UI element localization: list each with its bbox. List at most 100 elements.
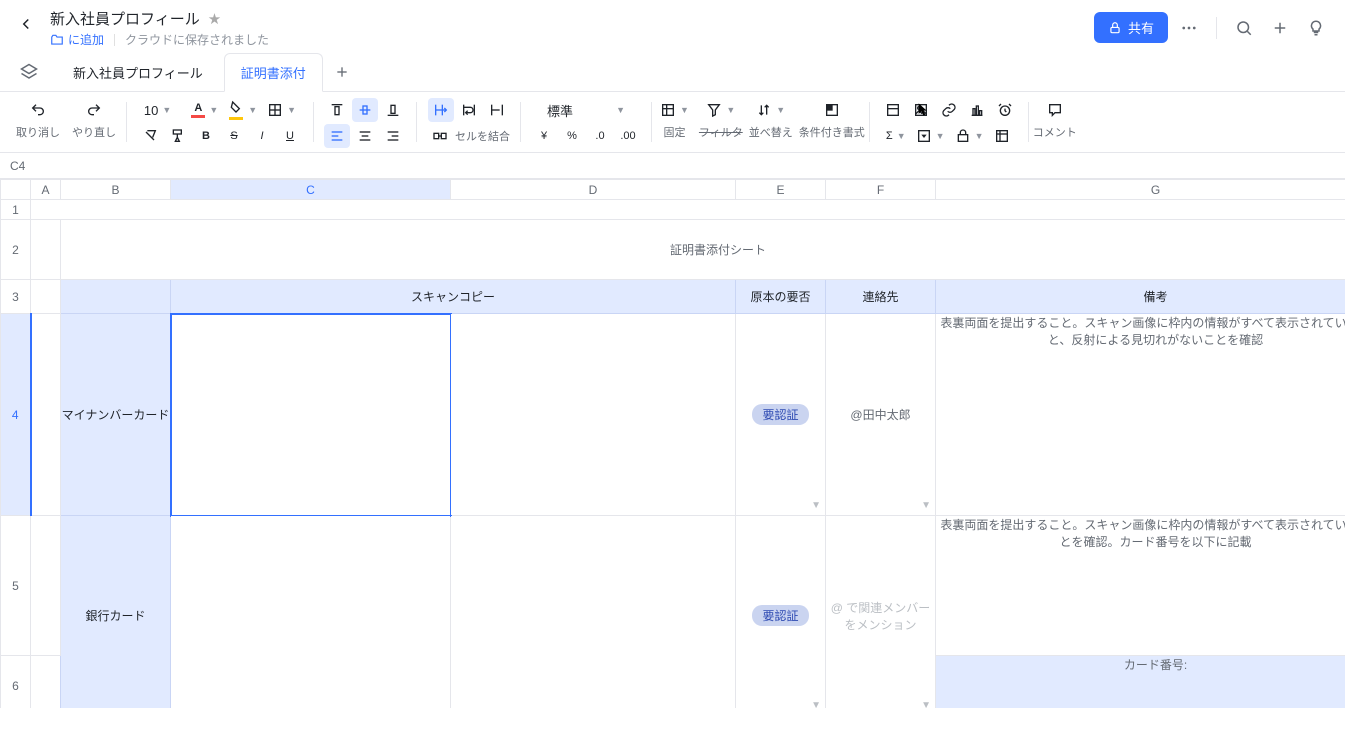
insert-chart-button[interactable]	[964, 98, 990, 122]
scan-cell-mynumber[interactable]	[171, 314, 451, 516]
valign-bottom-button[interactable]	[380, 98, 406, 122]
strike-button[interactable]: S	[221, 124, 247, 148]
separator	[1216, 17, 1217, 39]
layers-icon[interactable]	[14, 57, 44, 87]
cell[interactable]	[31, 200, 1345, 220]
filter-button[interactable]: ▼	[702, 98, 739, 122]
data-validation-button[interactable]: ▼	[951, 124, 988, 148]
row-label-bank[interactable]: 銀行カード	[61, 516, 171, 709]
mention: @田中太郎	[850, 408, 910, 422]
search-icon[interactable]	[1229, 13, 1259, 43]
back-button[interactable]	[14, 12, 38, 36]
add-to-button[interactable]: に追加	[50, 31, 104, 48]
increase-decimal-button[interactable]: .00	[615, 124, 641, 148]
insert-checkbox-button[interactable]	[880, 98, 906, 122]
contact-cell-bank[interactable]: @ で関連メンバーをメンション ▼	[826, 516, 936, 709]
original-cell-mynumber[interactable]: 要認証 ▼	[736, 314, 826, 516]
undo-button[interactable]	[25, 98, 51, 122]
fill-color-button[interactable]: ▼	[224, 98, 261, 122]
cell[interactable]	[31, 280, 61, 314]
row-header-2[interactable]: 2	[1, 220, 31, 280]
percent-button[interactable]: %	[559, 124, 585, 148]
format-painter-button[interactable]	[165, 124, 191, 148]
row-header-1[interactable]: 1	[1, 200, 31, 220]
italic-button[interactable]: I	[249, 124, 275, 148]
merge-button[interactable]	[427, 124, 453, 148]
col-header-D[interactable]: D	[451, 180, 736, 200]
border-button[interactable]: ▼	[263, 98, 300, 122]
contact-cell-mynumber[interactable]: @田中太郎 ▼	[826, 314, 936, 516]
bulb-icon[interactable]	[1301, 13, 1331, 43]
number-format-select[interactable]: 標準▼	[541, 98, 631, 122]
header-scan[interactable]: スキャンコピー	[171, 280, 736, 314]
cell[interactable]	[31, 220, 61, 280]
valign-top-button[interactable]	[324, 98, 350, 122]
underline-button[interactable]: U	[277, 124, 303, 148]
formula-button[interactable]: Σ▼	[882, 124, 910, 148]
wrap-overflow-button[interactable]	[428, 98, 454, 122]
scan-cell-2-bank[interactable]	[451, 516, 736, 709]
tab-profile[interactable]: 新入社員プロフィール	[56, 53, 220, 92]
insert-dropdown-button[interactable]: ▼	[912, 124, 949, 148]
row-label-mynumber[interactable]: マイナンバーカード	[61, 314, 171, 516]
scan-cell-bank[interactable]	[171, 516, 451, 709]
cell[interactable]	[31, 656, 61, 709]
insert-image-button[interactable]	[908, 98, 934, 122]
col-header-G[interactable]: G	[936, 180, 1345, 200]
dropdown-icon[interactable]: ▼	[921, 700, 931, 708]
share-button[interactable]: 共有	[1094, 12, 1168, 43]
dropdown-icon[interactable]: ▼	[811, 500, 821, 511]
remarks-cell-bank[interactable]: 表裏両面を提出すること。スキャン画像に枠内の情報がすべて表示されていることを確認…	[936, 516, 1345, 656]
clear-format-button[interactable]	[137, 124, 163, 148]
header-label-blank[interactable]	[61, 280, 171, 314]
row-header-4[interactable]: 4	[1, 314, 31, 516]
col-header-C[interactable]: C	[171, 180, 451, 200]
align-center-button[interactable]	[352, 124, 378, 148]
col-header-F[interactable]: F	[826, 180, 936, 200]
dropdown-icon[interactable]: ▼	[811, 700, 821, 708]
decrease-decimal-button[interactable]: .0	[587, 124, 613, 148]
pivot-button[interactable]	[989, 124, 1015, 148]
cond-format-button[interactable]	[819, 98, 845, 122]
card-number-cell[interactable]: カード番号:	[936, 656, 1345, 709]
col-header-A[interactable]: A	[31, 180, 61, 200]
cell[interactable]	[31, 314, 61, 516]
sheet-title[interactable]: 証明書添付シート	[61, 220, 1345, 280]
header-remarks[interactable]: 備考	[936, 280, 1345, 314]
cell[interactable]	[31, 516, 61, 656]
insert-reminder-button[interactable]	[992, 98, 1018, 122]
bold-button[interactable]: B	[193, 124, 219, 148]
header-contact[interactable]: 連絡先	[826, 280, 936, 314]
remarks-cell-mynumber[interactable]: 表裏両面を提出すること。スキャン画像に枠内の情報がすべて表示されていること、反射…	[936, 314, 1345, 516]
scan-cell-2-mynumber[interactable]	[451, 314, 736, 516]
align-left-button[interactable]	[324, 124, 350, 148]
corner-cell[interactable]	[1, 180, 31, 200]
comment-button[interactable]	[1042, 98, 1068, 122]
dropdown-icon[interactable]: ▼	[921, 500, 931, 511]
plus-icon[interactable]	[1265, 13, 1295, 43]
wrap-clip-button[interactable]	[484, 98, 510, 122]
freeze-button[interactable]: ▼	[656, 98, 693, 122]
tab-certificates[interactable]: 証明書添付	[224, 53, 323, 92]
wrap-wrap-button[interactable]	[456, 98, 482, 122]
row-header-5[interactable]: 5	[1, 516, 31, 656]
header-original[interactable]: 原本の要否	[736, 280, 826, 314]
doc-title[interactable]: 新入社員プロフィール	[50, 8, 200, 29]
name-box[interactable]: C4	[10, 159, 25, 173]
currency-button[interactable]: ¥	[531, 124, 557, 148]
col-header-B[interactable]: B	[61, 180, 171, 200]
valign-middle-button[interactable]	[352, 98, 378, 122]
col-header-E[interactable]: E	[736, 180, 826, 200]
sort-button[interactable]: ▼	[752, 98, 789, 122]
row-header-3[interactable]: 3	[1, 280, 31, 314]
redo-button[interactable]	[81, 98, 107, 122]
text-color-button[interactable]: A▼	[187, 98, 222, 122]
star-icon[interactable]: ★	[208, 10, 221, 28]
more-icon[interactable]	[1174, 13, 1204, 43]
font-size-select[interactable]: 10▼	[140, 98, 175, 122]
row-header-6[interactable]: 6	[1, 656, 31, 709]
add-tab-button[interactable]	[327, 57, 357, 87]
original-cell-bank[interactable]: 要認証 ▼	[736, 516, 826, 709]
insert-link-button[interactable]	[936, 98, 962, 122]
align-right-button[interactable]	[380, 124, 406, 148]
